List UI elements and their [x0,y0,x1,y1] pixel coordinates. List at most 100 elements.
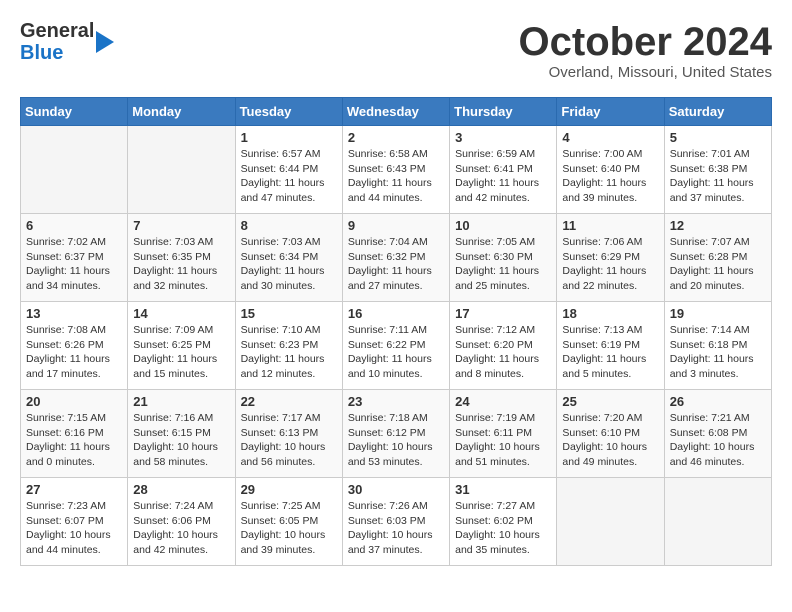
day-number: 26 [670,394,766,409]
day-number: 4 [562,130,658,145]
calendar-cell: 11Sunrise: 7:06 AM Sunset: 6:29 PM Dayli… [557,214,664,302]
day-number: 19 [670,306,766,321]
day-number: 28 [133,482,229,497]
calendar-cell: 7 Sunrise: 7:03 AM Sunset: 6:35 PM Daylig… [128,214,235,302]
calendar-cell [557,478,664,566]
calendar-cell: 5 Sunrise: 7:01 AM Sunset: 6:38 PM Daylig… [664,126,771,214]
day-number: 31 [455,482,551,497]
day-info: Sunrise: 6:57 AM Sunset: 6:44 PM Dayligh… [241,147,337,206]
calendar-cell: 26 Sunrise: 7:21 AM Sunset: 6:08 PM Dayli… [664,390,771,478]
day-header-sunday: Sunday [21,98,128,126]
day-info: Sunrise: 7:16 AM Sunset: 6:15 PM Dayligh… [133,411,229,470]
location: Overland, Missouri, United States [519,64,772,81]
month-title: October 2024 [519,20,772,64]
day-info: Sunrise: 7:25 AM Sunset: 6:05 PM Dayligh… [241,499,337,558]
calendar-cell: 4 Sunrise: 7:00 AM Sunset: 6:40 PM Daylig… [557,126,664,214]
day-number: 24 [455,394,551,409]
day-header-saturday: Saturday [664,98,771,126]
calendar-cell [128,126,235,214]
day-info: Sunrise: 7:24 AM Sunset: 6:06 PM Dayligh… [133,499,229,558]
day-header-thursday: Thursday [450,98,557,126]
calendar-cell: 24 Sunrise: 7:19 AM Sunset: 6:11 PM Dayli… [450,390,557,478]
calendar-cell: 23 Sunrise: 7:18 AM Sunset: 6:12 PM Dayli… [342,390,449,478]
day-info: Sunrise: 7:27 AM Sunset: 6:02 PM Dayligh… [455,499,551,558]
day-info: Sunrise: 6:59 AM Sunset: 6:41 PM Dayligh… [455,147,551,206]
calendar-week-3: 13Sunrise: 7:08 AM Sunset: 6:26 PM Dayli… [21,302,772,390]
calendar-header-row: SundayMondayTuesdayWednesdayThursdayFrid… [21,98,772,126]
day-number: 2 [348,130,444,145]
day-number: 6 [26,218,122,233]
calendar-cell: 19 Sunrise: 7:14 AM Sunset: 6:18 PM Dayli… [664,302,771,390]
calendar-cell: 1Sunrise: 6:57 AM Sunset: 6:44 PM Daylig… [235,126,342,214]
day-number: 21 [133,394,229,409]
day-number: 29 [241,482,337,497]
calendar-cell: 28 Sunrise: 7:24 AM Sunset: 6:06 PM Dayli… [128,478,235,566]
day-info: Sunrise: 7:01 AM Sunset: 6:38 PM Dayligh… [670,147,766,206]
calendar-cell: 20 Sunrise: 7:15 AM Sunset: 6:16 PM Dayli… [21,390,128,478]
day-header-tuesday: Tuesday [235,98,342,126]
calendar-cell: 15 Sunrise: 7:10 AM Sunset: 6:23 PM Dayli… [235,302,342,390]
calendar-cell: 13Sunrise: 7:08 AM Sunset: 6:26 PM Dayli… [21,302,128,390]
calendar-cell: 10 Sunrise: 7:05 AM Sunset: 6:30 PM Dayli… [450,214,557,302]
logo: General Blue [20,20,114,64]
day-info: Sunrise: 7:15 AM Sunset: 6:16 PM Dayligh… [26,411,122,470]
day-number: 23 [348,394,444,409]
calendar-cell: 2 Sunrise: 6:58 AM Sunset: 6:43 PM Daylig… [342,126,449,214]
day-info: Sunrise: 7:23 AM Sunset: 6:07 PM Dayligh… [26,499,122,558]
day-info: Sunrise: 7:03 AM Sunset: 6:34 PM Dayligh… [241,235,337,294]
calendar-cell: 17Sunrise: 7:12 AM Sunset: 6:20 PM Dayli… [450,302,557,390]
day-number: 15 [241,306,337,321]
calendar-cell: 3 Sunrise: 6:59 AM Sunset: 6:41 PM Daylig… [450,126,557,214]
day-header-monday: Monday [128,98,235,126]
day-info: Sunrise: 7:06 AM Sunset: 6:29 PM Dayligh… [562,235,658,294]
calendar-cell: 22 Sunrise: 7:17 AM Sunset: 6:13 PM Dayli… [235,390,342,478]
day-number: 5 [670,130,766,145]
day-info: Sunrise: 7:18 AM Sunset: 6:12 PM Dayligh… [348,411,444,470]
calendar-cell: 21 Sunrise: 7:16 AM Sunset: 6:15 PM Dayli… [128,390,235,478]
day-info: Sunrise: 7:17 AM Sunset: 6:13 PM Dayligh… [241,411,337,470]
day-info: Sunrise: 7:05 AM Sunset: 6:30 PM Dayligh… [455,235,551,294]
day-info: Sunrise: 7:14 AM Sunset: 6:18 PM Dayligh… [670,323,766,382]
day-number: 9 [348,218,444,233]
day-number: 25 [562,394,658,409]
day-info: Sunrise: 7:13 AM Sunset: 6:19 PM Dayligh… [562,323,658,382]
calendar-week-2: 6Sunrise: 7:02 AM Sunset: 6:37 PM Daylig… [21,214,772,302]
calendar-cell: 16Sunrise: 7:11 AM Sunset: 6:22 PM Dayli… [342,302,449,390]
calendar-cell: 8Sunrise: 7:03 AM Sunset: 6:34 PM Daylig… [235,214,342,302]
day-info: Sunrise: 7:26 AM Sunset: 6:03 PM Dayligh… [348,499,444,558]
page-header: General Blue October 2024 Overland, Miss… [20,20,772,81]
day-info: Sunrise: 7:10 AM Sunset: 6:23 PM Dayligh… [241,323,337,382]
day-info: Sunrise: 7:07 AM Sunset: 6:28 PM Dayligh… [670,235,766,294]
day-info: Sunrise: 7:20 AM Sunset: 6:10 PM Dayligh… [562,411,658,470]
day-number: 14 [133,306,229,321]
day-number: 13 [26,306,122,321]
day-info: Sunrise: 7:00 AM Sunset: 6:40 PM Dayligh… [562,147,658,206]
calendar-cell: 27Sunrise: 7:23 AM Sunset: 6:07 PM Dayli… [21,478,128,566]
day-number: 16 [348,306,444,321]
day-info: Sunrise: 6:58 AM Sunset: 6:43 PM Dayligh… [348,147,444,206]
calendar-table: SundayMondayTuesdayWednesdayThursdayFrid… [20,97,772,566]
calendar-cell: 14 Sunrise: 7:09 AM Sunset: 6:25 PM Dayli… [128,302,235,390]
day-info: Sunrise: 7:19 AM Sunset: 6:11 PM Dayligh… [455,411,551,470]
day-info: Sunrise: 7:21 AM Sunset: 6:08 PM Dayligh… [670,411,766,470]
day-info: Sunrise: 7:09 AM Sunset: 6:25 PM Dayligh… [133,323,229,382]
day-number: 12 [670,218,766,233]
calendar-cell [664,478,771,566]
calendar-cell: 29 Sunrise: 7:25 AM Sunset: 6:05 PM Dayli… [235,478,342,566]
calendar-cell: 31 Sunrise: 7:27 AM Sunset: 6:02 PM Dayli… [450,478,557,566]
day-info: Sunrise: 7:04 AM Sunset: 6:32 PM Dayligh… [348,235,444,294]
day-header-wednesday: Wednesday [342,98,449,126]
day-number: 7 [133,218,229,233]
day-number: 10 [455,218,551,233]
day-number: 20 [26,394,122,409]
calendar-week-4: 20 Sunrise: 7:15 AM Sunset: 6:16 PM Dayli… [21,390,772,478]
day-number: 22 [241,394,337,409]
day-info: Sunrise: 7:12 AM Sunset: 6:20 PM Dayligh… [455,323,551,382]
calendar-cell: 12 Sunrise: 7:07 AM Sunset: 6:28 PM Dayli… [664,214,771,302]
calendar-cell: 18Sunrise: 7:13 AM Sunset: 6:19 PM Dayli… [557,302,664,390]
day-info: Sunrise: 7:03 AM Sunset: 6:35 PM Dayligh… [133,235,229,294]
calendar-cell: 9 Sunrise: 7:04 AM Sunset: 6:32 PM Daylig… [342,214,449,302]
day-number: 3 [455,130,551,145]
calendar-week-5: 27Sunrise: 7:23 AM Sunset: 6:07 PM Dayli… [21,478,772,566]
calendar-cell [21,126,128,214]
